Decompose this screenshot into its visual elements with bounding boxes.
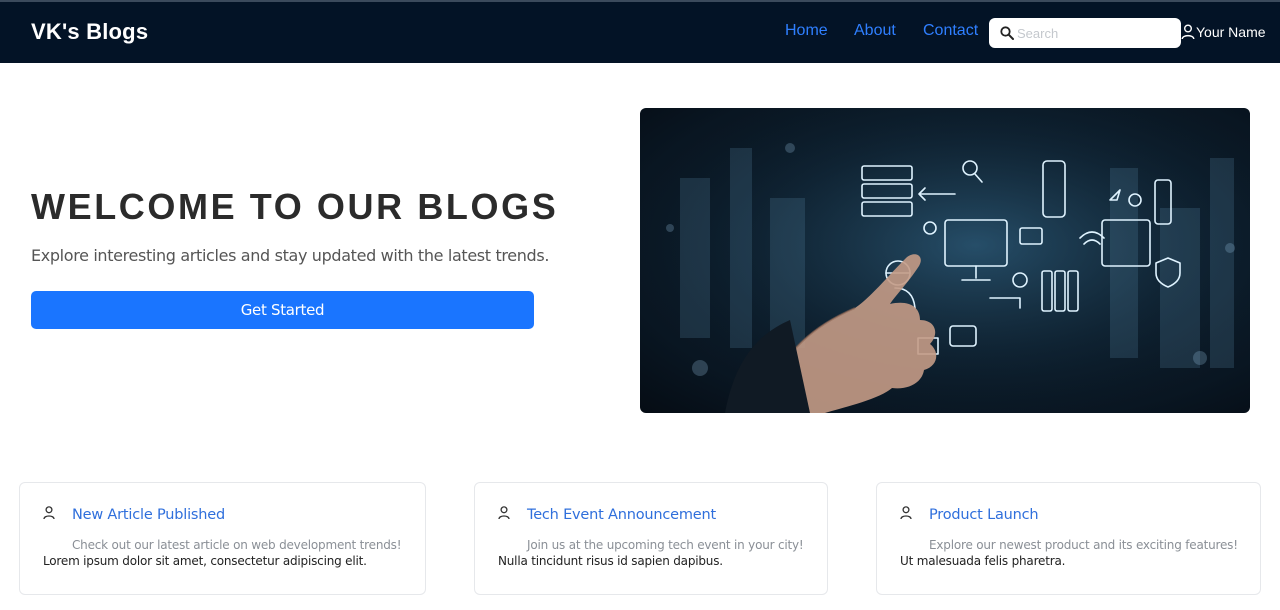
nav-link-home[interactable]: Home xyxy=(785,22,828,40)
person-icon xyxy=(900,506,912,520)
card-title[interactable]: New Article Published xyxy=(72,507,225,523)
user-icon xyxy=(1181,24,1195,40)
hero-title: WELCOME TO OUR BLOGS xyxy=(31,186,559,227)
news-card[interactable]: Product Launch Explore our newest produc… xyxy=(876,482,1261,595)
user-name: Your Name xyxy=(1196,24,1266,40)
brand-logo[interactable]: VK's Blogs xyxy=(31,19,148,45)
card-body-text: Ut malesuada felis pharetra. xyxy=(900,554,1066,568)
search-input[interactable] xyxy=(1017,23,1172,43)
hero-image xyxy=(640,108,1250,413)
news-card[interactable]: Tech Event Announcement Join us at the u… xyxy=(474,482,828,595)
search-icon xyxy=(1000,26,1014,40)
get-started-button[interactable]: Get Started xyxy=(31,291,534,329)
card-body-text: Lorem ipsum dolor sit amet, consectetur … xyxy=(43,554,367,568)
card-description: Check out our latest article on web deve… xyxy=(72,538,402,552)
card-description: Explore our newest product and its excit… xyxy=(929,538,1238,552)
card-description: Join us at the upcoming tech event in yo… xyxy=(527,538,804,552)
card-title[interactable]: Tech Event Announcement xyxy=(527,507,716,523)
news-card[interactable]: New Article Published Check out our late… xyxy=(19,482,426,595)
search-box[interactable] xyxy=(989,18,1181,48)
nav-link-about[interactable]: About xyxy=(854,22,896,40)
navbar: VK's Blogs Home About Contact Your Name xyxy=(0,0,1280,63)
user-menu[interactable]: Your Name xyxy=(1181,24,1266,40)
nav-link-contact[interactable]: Contact xyxy=(923,22,978,40)
hero-subtitle: Explore interesting articles and stay up… xyxy=(31,246,550,265)
person-icon xyxy=(43,506,55,520)
tech-network-illustration xyxy=(640,108,1250,413)
person-icon xyxy=(498,506,510,520)
card-body-text: Nulla tincidunt risus id sapien dapibus. xyxy=(498,554,723,568)
card-title[interactable]: Product Launch xyxy=(929,507,1039,523)
